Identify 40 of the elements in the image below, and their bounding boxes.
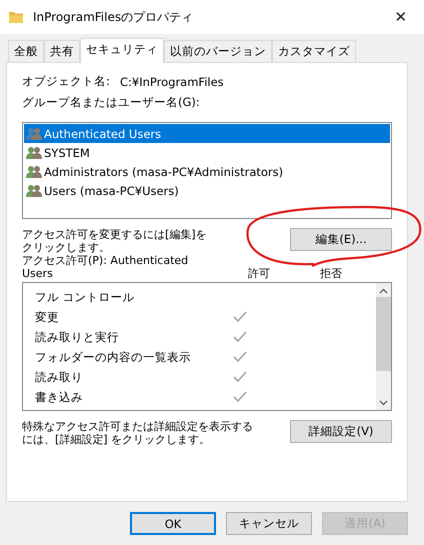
- folder-icon: [9, 11, 23, 23]
- column-header: 拒否: [320, 267, 343, 280]
- hint-text: クリックします。: [22, 241, 111, 254]
- list-item[interactable]: Users (masa-PC¥Users): [24, 181, 390, 200]
- tab[interactable]: 以前のバージョン: [164, 40, 272, 62]
- list-item[interactable]: Administrators (masa-PC¥Administrators): [24, 162, 390, 181]
- tab[interactable]: カスタマイズ: [272, 40, 356, 62]
- permission-name: 変更: [34, 310, 60, 324]
- ok-button[interactable]: OK: [130, 512, 216, 535]
- users-icon: [26, 126, 42, 140]
- cancel-button[interactable]: キャンセル: [226, 512, 312, 535]
- list-item[interactable]: SYSTEM: [24, 143, 390, 162]
- edit-button[interactable]: 編集(E)...: [290, 228, 392, 251]
- scrollbar[interactable]: [376, 283, 391, 410]
- scroll-down-icon: [379, 400, 388, 406]
- scroll-up-icon: [379, 288, 388, 294]
- label: オブジェクト名:: [22, 74, 111, 89]
- tab[interactable]: 共有: [44, 40, 80, 62]
- window-title: InProgramFilesのプロパティ: [33, 8, 194, 26]
- hint-text: 特殊なアクセス許可または詳細設定を表示する: [22, 420, 253, 433]
- label: アクセス許可(P): Authenticated: [22, 254, 190, 267]
- label: グループ名またはユーザー名(G):: [22, 95, 201, 110]
- permission-name: 読み取りと実行: [34, 330, 120, 344]
- users-icon: [26, 164, 42, 178]
- scroll-thumb[interactable]: [376, 297, 391, 371]
- permission-name: フォルダーの内容の一覧表示: [34, 350, 192, 364]
- users-icon: [26, 184, 42, 198]
- advanced-button[interactable]: 詳細設定(V): [290, 420, 392, 443]
- tab[interactable]: 全般: [8, 40, 44, 62]
- permission-name: 読み取り: [34, 370, 84, 384]
- permission-name: 書き込み: [34, 390, 84, 404]
- users-icon: [26, 146, 42, 160]
- column-header: 許可: [248, 267, 271, 280]
- list-item[interactable]: Authenticated Users: [24, 124, 390, 143]
- object-path: C:¥InProgramFiles: [120, 74, 224, 88]
- hint-text: には、[詳細設定] をクリックします。: [22, 433, 212, 446]
- hint-text: アクセス許可を変更するには[編集]を: [22, 228, 207, 241]
- permission-name: フル コントロール: [34, 290, 136, 304]
- tab[interactable]: セキュリティ: [80, 38, 164, 63]
- label: Users: [22, 267, 54, 280]
